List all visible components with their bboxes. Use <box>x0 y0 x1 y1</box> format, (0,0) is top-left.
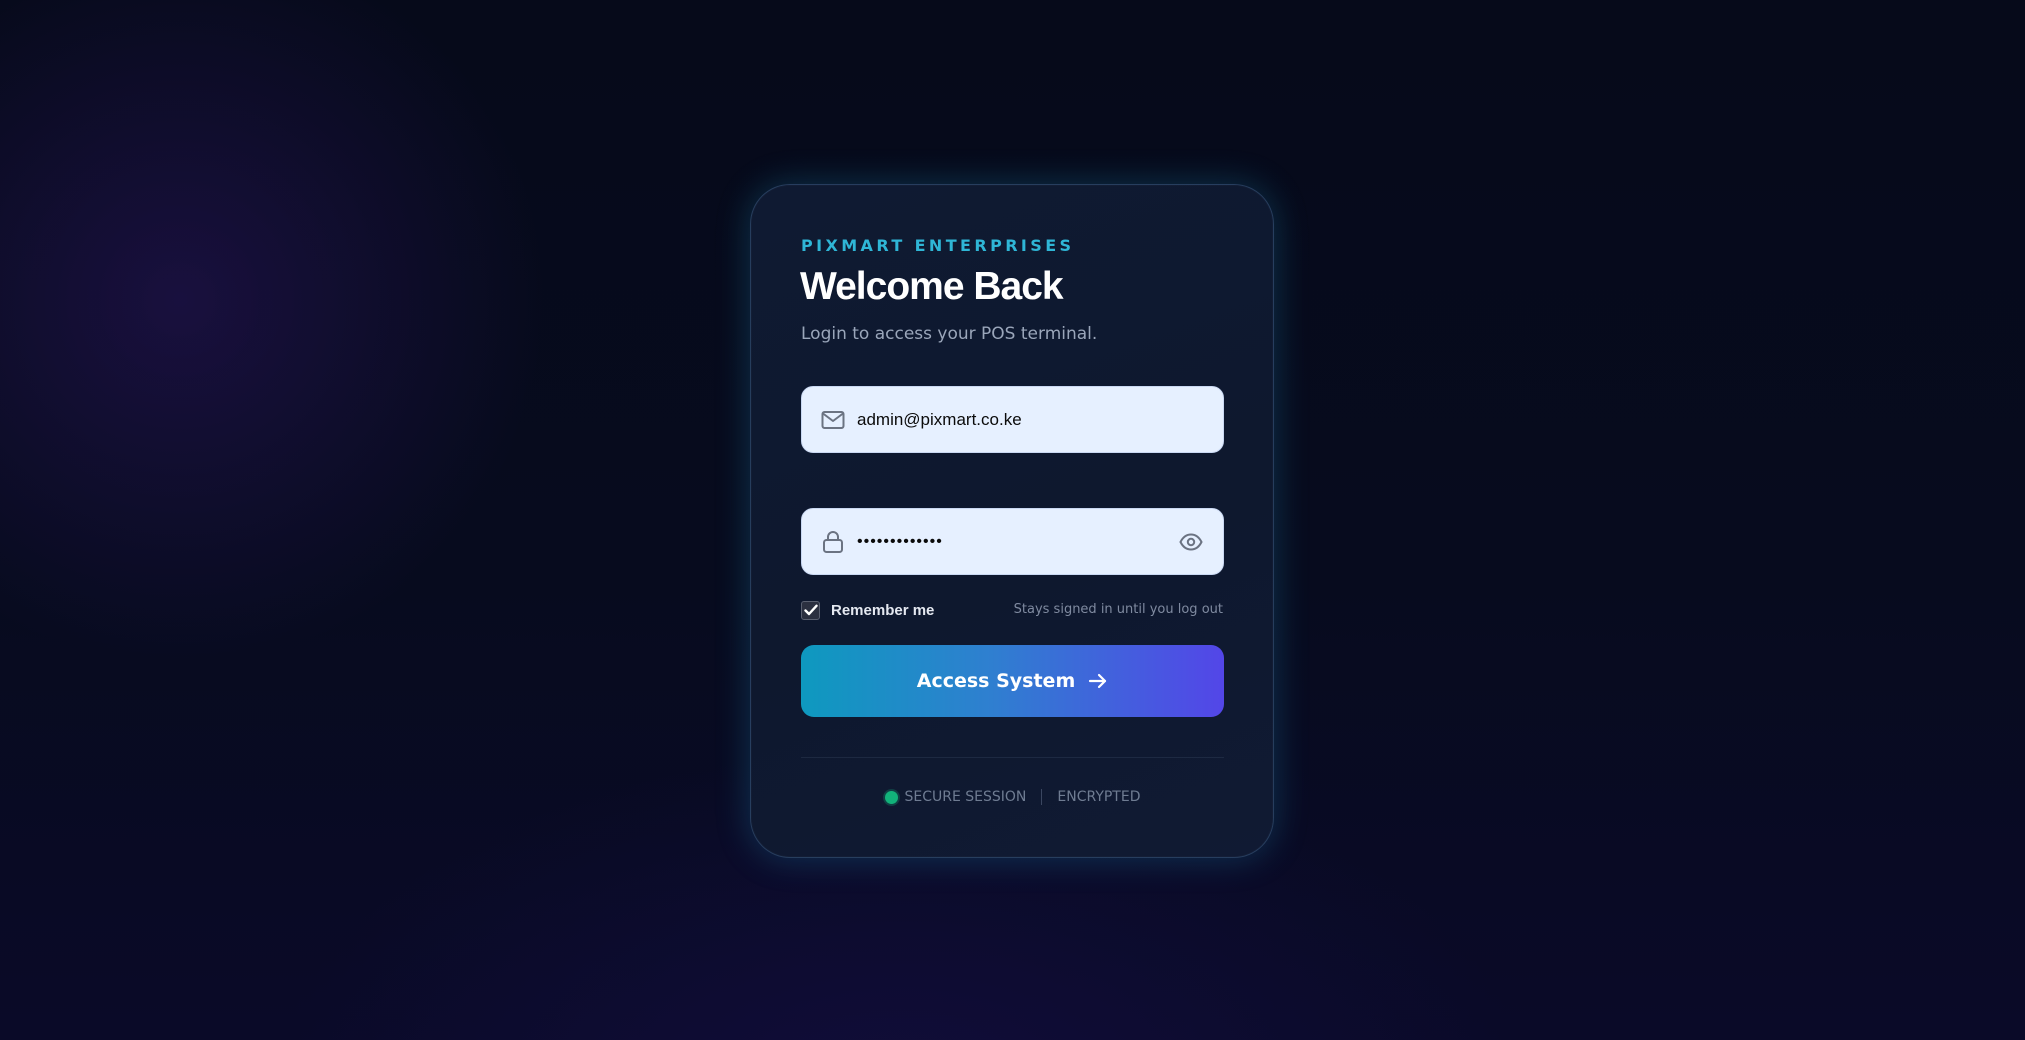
password-field-container <box>801 508 1224 575</box>
security-status: SECURE SESSION ENCRYPTED <box>751 789 1275 805</box>
access-system-label: Access System <box>916 670 1076 692</box>
page-subtitle: Login to access your POS terminal. <box>801 324 1098 344</box>
status-separator <box>1041 789 1043 805</box>
email-input[interactable] <box>857 387 1157 452</box>
remember-me: Remember me <box>801 600 934 620</box>
eye-icon[interactable] <box>1177 528 1205 556</box>
secure-session-label: SECURE SESSION <box>904 789 1027 805</box>
email-field-container <box>801 386 1224 453</box>
brand-name: PIXMART ENTERPRISES <box>801 236 1075 255</box>
divider <box>801 757 1224 758</box>
remember-label[interactable]: Remember me <box>831 602 934 619</box>
mail-icon <box>820 407 846 433</box>
remember-hint: Stays signed in until you log out <box>1013 602 1223 617</box>
page-title: Welcome Back <box>800 265 1064 308</box>
access-system-button[interactable]: Access System <box>801 645 1224 717</box>
remember-checkbox[interactable] <box>801 600 820 620</box>
check-icon <box>803 604 818 616</box>
lock-icon <box>820 529 846 555</box>
arrow-right-icon <box>1088 672 1108 690</box>
encrypted-label: ENCRYPTED <box>1057 789 1141 805</box>
login-card: PIXMART ENTERPRISES Welcome Back Login t… <box>750 184 1274 858</box>
secure-status-dot-icon <box>885 790 899 804</box>
password-input[interactable] <box>857 509 1157 574</box>
